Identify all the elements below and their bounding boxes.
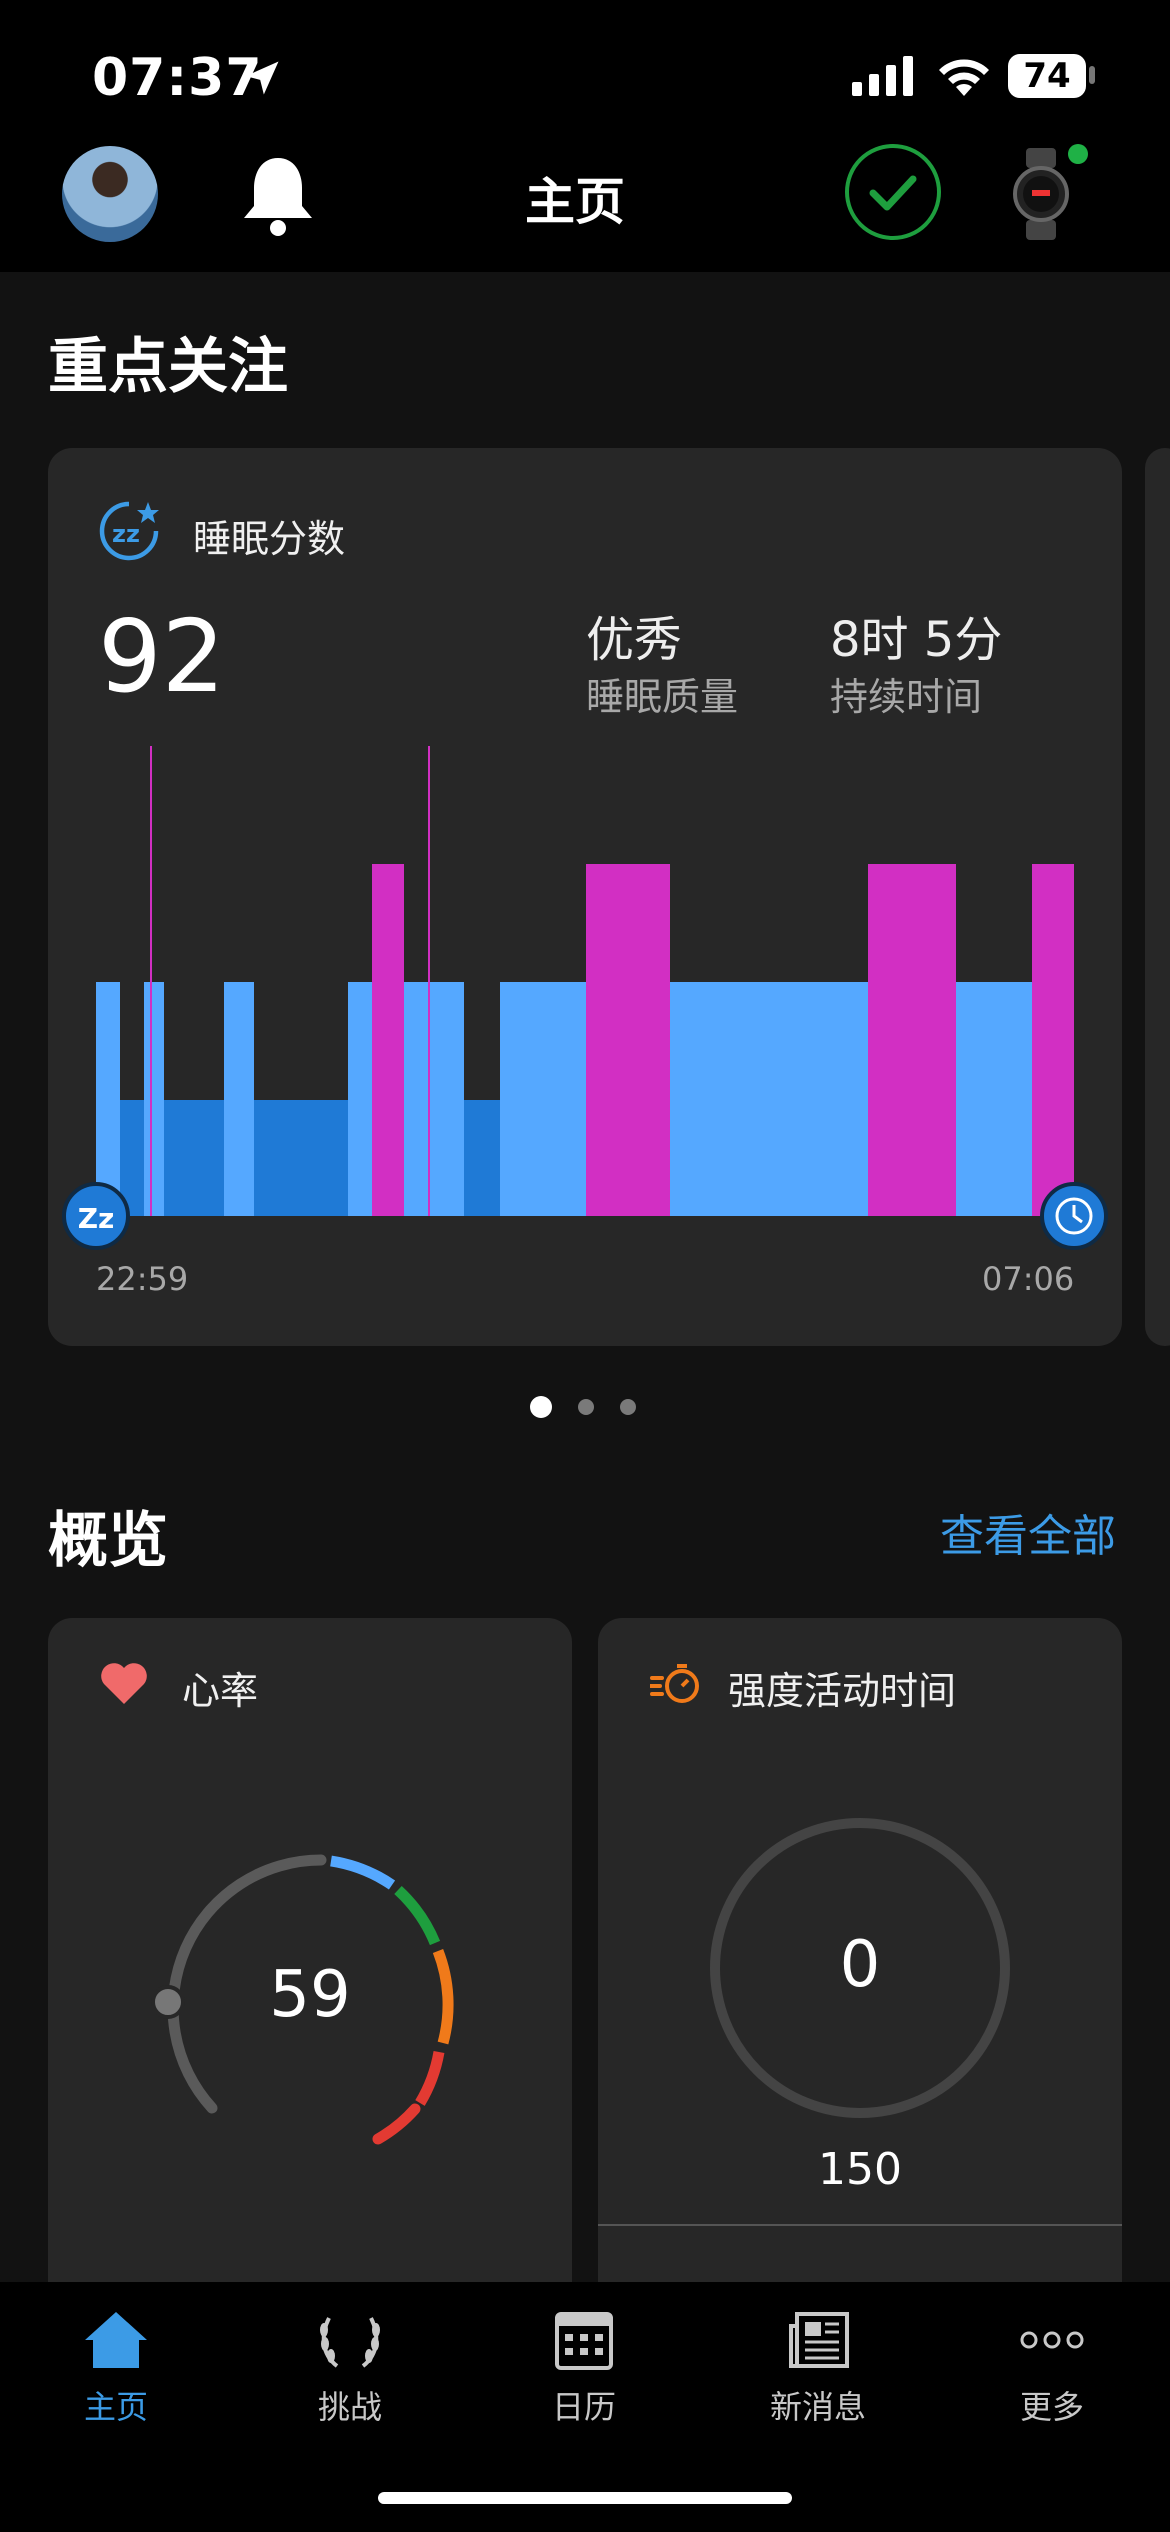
rem-sleep-segment [1032,864,1074,1216]
light-sleep-segment [404,982,464,1216]
rem-sleep-segment [586,864,670,1216]
home-icon [85,2312,147,2368]
more-icon [1020,2331,1084,2349]
awake-marker [428,746,430,1216]
light-sleep-segment [670,982,868,1216]
light-sleep-segment [500,982,586,1216]
top-nav-bar: 主页 [0,130,1170,272]
overview-heading: 概览 [48,1506,168,1576]
light-sleep-segment [144,982,164,1216]
heart-rate-value: 59 [269,1958,351,2032]
heart-rate-card[interactable]: 心率 59 [48,1618,572,2318]
light-sleep-segment [96,982,120,1216]
sleep-score-card[interactable]: zz 睡眠分数 92 优秀 睡眠质量 8时 5分 持续时间 Zz 22:59 0… [48,448,1122,1346]
sync-status-button[interactable] [845,144,941,240]
highlights-heading: 重点关注 [48,332,288,402]
cellular-signal-icon [852,56,913,96]
home-indicator [378,2492,792,2504]
page-dot[interactable] [530,1396,552,1418]
tab-label: 日历 [551,2388,616,2426]
tab-news[interactable]: 新消息 [728,2310,908,2428]
sleep-start-icon: Zz [62,1182,130,1250]
tab-calendar[interactable]: 日历 [494,2310,674,2428]
intensity-minutes-value: 0 [839,1928,881,2002]
tab-label: 更多 [1019,2388,1084,2426]
light-sleep-segment [348,982,372,1216]
page-dot[interactable] [620,1399,636,1415]
battery-indicator: 74 [1008,54,1086,98]
intensity-minutes-goal: 150 [818,2144,902,2195]
wake-clock-icon [1040,1182,1108,1250]
awake-marker [150,746,152,1216]
deep-sleep-segment [464,1100,500,1216]
battery-cap [1089,66,1095,84]
svg-text:Zz: Zz [78,1202,115,1235]
deep-sleep-segment [254,1100,348,1216]
page-dot[interactable] [578,1399,594,1415]
tab-label: 主页 [83,2388,148,2426]
light-sleep-segment [956,982,1032,1216]
light-sleep-segment [224,982,254,1216]
location-arrow-icon [245,61,279,95]
tab-label: 挑战 [317,2388,382,2426]
wifi-icon [939,59,989,96]
next-highlight-card-peek[interactable] [1145,448,1170,1346]
tab-label: 新消息 [769,2388,866,2426]
page-indicator[interactable] [530,1396,662,1419]
heart-icon [101,1663,147,1704]
see-all-link[interactable]: 查看全部 [940,1500,1116,1564]
sleep-end-time: 07:06 [982,1260,1075,1298]
card-divider [598,2224,1122,2226]
newspaper-icon [789,2312,849,2368]
clock: 07:37 [92,48,263,108]
rem-sleep-segment [372,864,404,1216]
heart-rate-label: 心率 [182,1669,259,1713]
stopwatch-icon [650,1664,699,1703]
calendar-icon [555,2312,613,2370]
laurel-icon [320,2317,380,2368]
tab-more[interactable]: 更多 [962,2310,1142,2428]
sleep-stages-chart: Zz [62,746,1108,1250]
tab-home[interactable]: 主页 [26,2310,206,2428]
rem-sleep-segment [868,864,956,1216]
page-title: 主页 [525,173,625,231]
deep-sleep-segment [164,1100,224,1216]
watch-device-icon[interactable] [1010,148,1072,240]
intensity-minutes-label: 强度活动时间 [728,1669,957,1713]
tab-challenges[interactable]: 挑战 [260,2310,440,2428]
device-connected-indicator [1068,144,1088,164]
status-bar: 07:37 74 [0,0,1170,150]
check-icon [869,175,917,211]
intensity-minutes-card[interactable]: 强度活动时间 0 150 [598,1618,1122,2318]
sleep-start-time: 22:59 [96,1260,189,1298]
